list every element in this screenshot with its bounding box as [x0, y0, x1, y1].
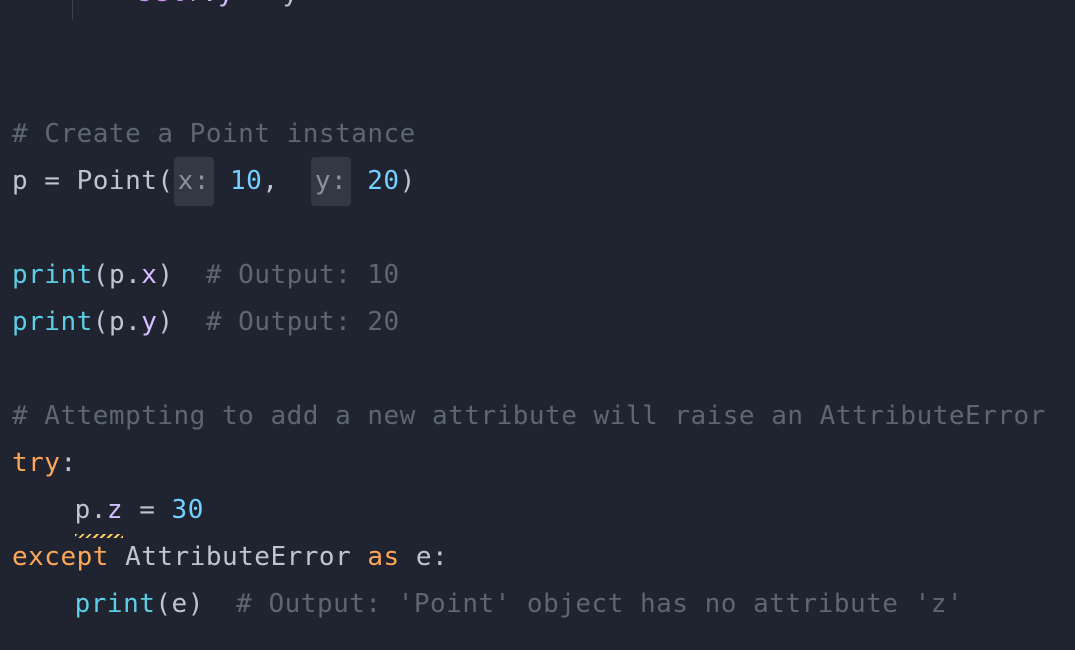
token-comment: # Output: 'Point' object has no attribut… — [236, 581, 963, 628]
code-line[interactable]: print(p.x) # Output: 10 — [12, 252, 1063, 299]
token-builtin: print — [12, 252, 93, 299]
inlay-hint: x: — [174, 157, 214, 206]
inlay-hint: y: — [311, 157, 351, 206]
code-line[interactable]: # Create a Point instance — [12, 111, 1063, 158]
code-line-blank[interactable] — [12, 17, 1063, 64]
token-keyword: try — [12, 440, 60, 487]
code-line[interactable]: p = Point(x: 10, y: 20) — [12, 158, 1063, 205]
code-line-blank[interactable] — [12, 64, 1063, 111]
token-keyword: except — [12, 534, 109, 581]
token-self: self — [137, 0, 202, 17]
code-line-blank[interactable] — [12, 205, 1063, 252]
token-number: 10 — [230, 158, 262, 205]
warning-underline: p.z — [75, 487, 123, 534]
code-line-blank[interactable] — [12, 346, 1063, 393]
token-class: Point — [77, 158, 158, 205]
code-line[interactable]: except AttributeError as e: — [12, 534, 1063, 581]
code-editor[interactable]: self.y = y # Create a Point instance p =… — [0, 0, 1075, 628]
code-line[interactable]: print(p.y) # Output: 20 — [12, 299, 1063, 346]
token-number: 20 — [367, 158, 399, 205]
token-builtin: print — [75, 581, 156, 628]
code-line[interactable]: # Attempting to add a new attribute will… — [12, 393, 1063, 440]
code-line[interactable]: self.y = y — [12, 0, 1063, 17]
token-class: AttributeError — [125, 534, 351, 581]
token-comment: # Output: 20 — [206, 299, 400, 346]
code-line[interactable]: p.z = 30 — [12, 487, 1063, 534]
token-number: 30 — [172, 487, 204, 534]
token-comment: # Create a Point instance — [12, 111, 416, 158]
code-line[interactable]: try: — [12, 440, 1063, 487]
token-comment: # Attempting to add a new attribute will… — [12, 393, 1046, 440]
token-attr: y — [218, 0, 234, 17]
token-comment: # Output: 10 — [206, 252, 400, 299]
token-builtin: print — [12, 299, 93, 346]
code-line[interactable]: print(e) # Output: 'Point' object has no… — [12, 581, 1063, 628]
